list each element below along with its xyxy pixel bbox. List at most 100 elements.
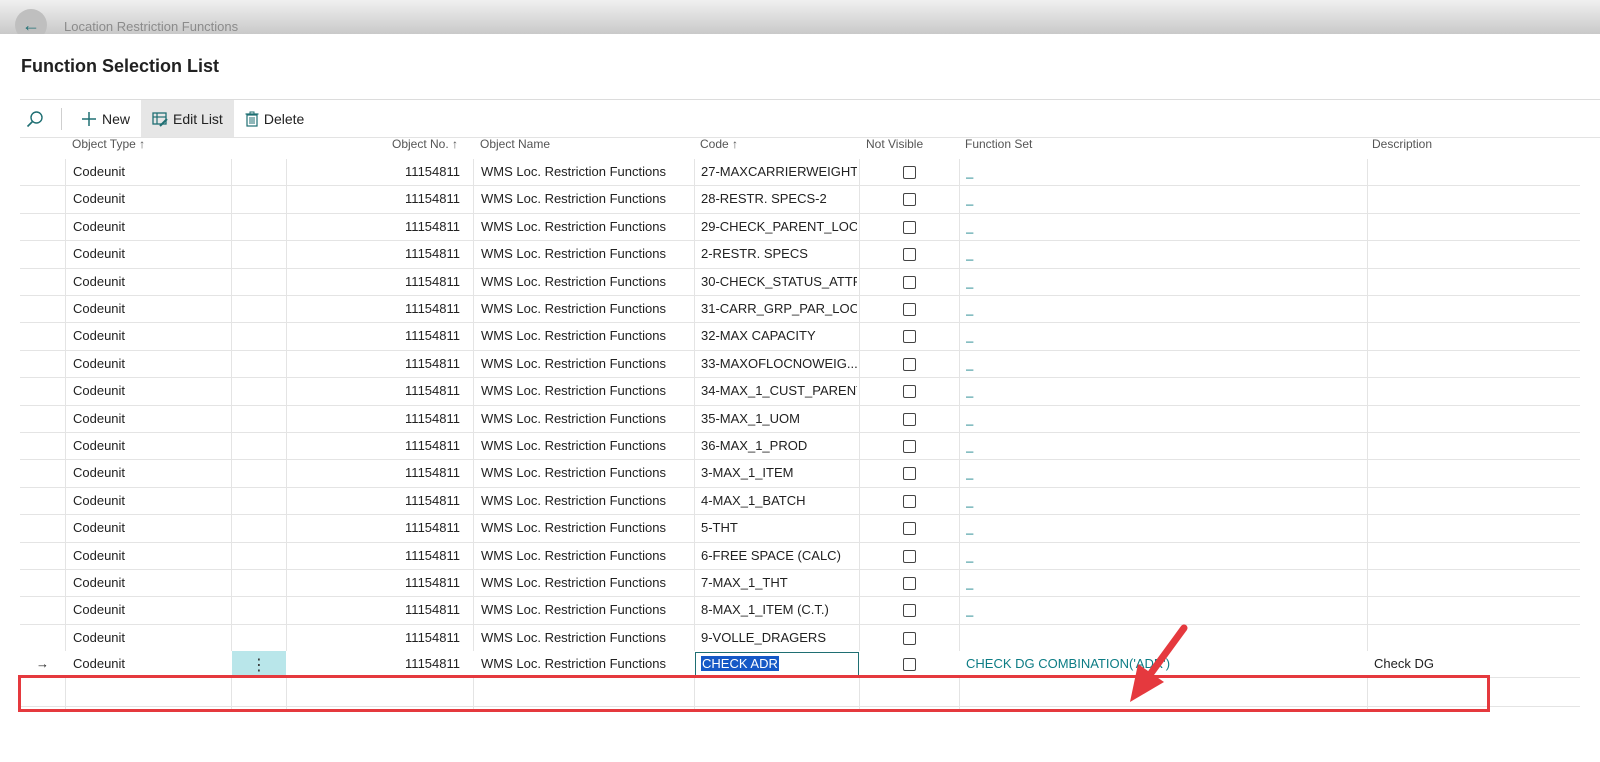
code-cell[interactable]: 7-MAX_1_THT (701, 570, 857, 597)
not-visible-checkbox[interactable] (903, 549, 916, 563)
object-name-cell[interactable]: WMS Loc. Restriction Functions (481, 460, 691, 487)
code-cell[interactable]: 32-MAX CAPACITY (701, 323, 857, 350)
description-cell[interactable] (1374, 433, 1574, 460)
table-row[interactable]: Codeunit 11154811 WMS Loc. Restriction Fun… (20, 351, 1580, 379)
code-cell[interactable]: 35-MAX_1_UOM (701, 406, 857, 433)
object-type-cell[interactable]: Codeunit (73, 625, 223, 652)
description-cell[interactable] (1374, 406, 1574, 433)
object-name-cell[interactable]: WMS Loc. Restriction Functions (481, 433, 691, 460)
description-cell[interactable] (1374, 159, 1574, 186)
column-header-object-name[interactable]: Object Name (480, 137, 550, 151)
object-type-cell[interactable]: Codeunit (73, 241, 223, 268)
code-cell[interactable]: 33-MAXOFLOCNOWEIG... (701, 351, 857, 378)
not-visible-checkbox[interactable] (903, 357, 916, 371)
description-cell[interactable] (1374, 269, 1574, 296)
function-set-link[interactable]: _ (966, 269, 1356, 296)
object-name-cell[interactable]: WMS Loc. Restriction Functions (481, 214, 691, 241)
object-name-cell[interactable]: WMS Loc. Restriction Functions (481, 515, 691, 542)
code-cell[interactable]: 36-MAX_1_PROD (701, 433, 857, 460)
not-visible-checkbox[interactable] (903, 248, 916, 262)
code-cell[interactable]: 5-THT (701, 515, 857, 542)
table-row[interactable]: Codeunit 11154811 WMS Loc. Restriction Fun… (20, 543, 1580, 570)
description-cell[interactable] (1374, 296, 1574, 323)
function-set-link[interactable]: _ (966, 515, 1356, 542)
table-row[interactable]: Codeunit 11154811 WMS Loc. Restriction Fun… (20, 433, 1580, 461)
not-visible-checkbox[interactable] (903, 658, 916, 671)
function-set-link[interactable]: _ (966, 323, 1356, 350)
table-row[interactable]: Codeunit 11154811 WMS Loc. Restriction Fun… (20, 488, 1580, 516)
object-type-cell[interactable]: Codeunit (73, 651, 223, 678)
object-no-cell[interactable]: 11154811 (290, 351, 460, 378)
function-set-link[interactable]: _ (966, 159, 1356, 186)
object-name-cell[interactable]: WMS Loc. Restriction Functions (481, 269, 691, 296)
code-cell[interactable]: 29-CHECK_PARENT_LOC. (701, 214, 857, 241)
column-header-function-set[interactable]: Function Set (965, 137, 1032, 151)
function-set-link[interactable]: _ (966, 378, 1356, 405)
object-type-cell[interactable]: Codeunit (73, 323, 223, 350)
code-cell[interactable]: 31-CARR_GRP_PAR_LOC (701, 296, 857, 323)
not-visible-checkbox[interactable] (903, 604, 916, 618)
function-set-link[interactable]: _ (966, 241, 1356, 268)
object-no-cell[interactable]: 11154811 (290, 378, 460, 405)
not-visible-checkbox[interactable] (903, 494, 916, 508)
table-row[interactable]: Codeunit 11154811 WMS Loc. Restriction Fun… (20, 515, 1580, 543)
object-name-cell[interactable]: WMS Loc. Restriction Functions (481, 625, 691, 652)
table-row[interactable]: Codeunit 11154811 WMS Loc. Restriction Fun… (20, 186, 1580, 214)
object-name-cell[interactable]: WMS Loc. Restriction Functions (481, 159, 691, 186)
object-no-cell[interactable]: 11154811 (290, 543, 460, 570)
not-visible-checkbox[interactable] (903, 220, 916, 234)
function-set-link[interactable]: _ (966, 433, 1356, 460)
object-name-cell[interactable]: WMS Loc. Restriction Functions (481, 323, 691, 350)
object-no-cell[interactable]: 11154811 (290, 323, 460, 350)
not-visible-checkbox[interactable] (903, 412, 916, 426)
code-input[interactable]: CHECK ADR (695, 652, 859, 677)
table-row[interactable]: Codeunit 11154811 WMS Loc. Restriction Fun… (20, 159, 1580, 187)
function-set-link[interactable]: _ (966, 186, 1356, 213)
description-cell[interactable] (1374, 543, 1574, 570)
description-cell[interactable] (1374, 214, 1574, 241)
function-set-link[interactable]: _ (966, 570, 1356, 597)
code-cell[interactable]: 9-VOLLE_DRAGERS (701, 625, 857, 652)
object-type-cell[interactable]: Codeunit (73, 597, 223, 624)
object-type-cell[interactable]: Codeunit (73, 570, 223, 597)
description-cell[interactable] (1374, 378, 1574, 405)
object-name-cell[interactable]: WMS Loc. Restriction Functions (481, 186, 691, 213)
description-cell[interactable] (1374, 460, 1574, 487)
object-type-cell[interactable]: Codeunit (73, 460, 223, 487)
table-row[interactable]: Codeunit 11154811 WMS Loc. Restriction Fun… (20, 323, 1580, 351)
object-no-cell[interactable]: 11154811 (290, 570, 460, 597)
object-name-cell[interactable]: WMS Loc. Restriction Functions (481, 597, 691, 624)
table-row[interactable]: Codeunit 11154811 WMS Loc. Restriction Fun… (20, 625, 1580, 653)
object-no-cell[interactable]: 11154811 (290, 186, 460, 213)
code-cell[interactable]: 3-MAX_1_ITEM (701, 460, 857, 487)
code-cell[interactable]: 8-MAX_1_ITEM (C.T.) (701, 597, 857, 624)
not-visible-checkbox[interactable] (903, 275, 916, 289)
table-row[interactable]: Codeunit 11154811 WMS Loc. Restriction Fun… (20, 296, 1580, 324)
description-cell[interactable] (1374, 515, 1574, 542)
object-name-cell[interactable]: WMS Loc. Restriction Functions (481, 351, 691, 378)
code-cell[interactable]: 4-MAX_1_BATCH (701, 488, 857, 515)
function-set-link[interactable]: _ (966, 351, 1356, 378)
code-cell[interactable]: 30-CHECK_STATUS_ATTR (701, 269, 857, 296)
function-set-link[interactable]: _ (966, 406, 1356, 433)
object-no-cell[interactable]: 11154811 (290, 651, 460, 678)
table-row[interactable]: Codeunit 11154811 WMS Loc. Restriction Fun… (20, 406, 1580, 433)
object-no-cell[interactable]: 11154811 (290, 515, 460, 542)
object-no-cell[interactable]: 11154811 (290, 625, 460, 652)
table-row[interactable]: Codeunit 11154811 WMS Loc. Restriction Fun… (20, 570, 1580, 598)
object-name-cell[interactable]: WMS Loc. Restriction Functions (481, 570, 691, 597)
object-name-cell[interactable]: WMS Loc. Restriction Functions (481, 378, 691, 405)
object-type-cell[interactable]: Codeunit (73, 186, 223, 213)
table-row[interactable]: Codeunit 11154811 WMS Loc. Restriction Fun… (20, 241, 1580, 269)
object-type-cell[interactable]: Codeunit (73, 269, 223, 296)
object-no-cell[interactable]: 11154811 (290, 241, 460, 268)
object-name-cell[interactable]: WMS Loc. Restriction Functions (481, 406, 691, 433)
table-row[interactable]: Codeunit 11154811 WMS Loc. Restriction Fun… (20, 214, 1580, 242)
object-no-cell[interactable]: 11154811 (290, 214, 460, 241)
column-header-description[interactable]: Description (1372, 137, 1432, 151)
function-set-link[interactable]: _ (966, 296, 1356, 323)
row-menu-icon[interactable]: ⋮ (232, 651, 286, 678)
not-visible-checkbox[interactable] (903, 631, 916, 645)
object-type-cell[interactable]: Codeunit (73, 433, 223, 460)
object-type-cell[interactable]: Codeunit (73, 515, 223, 542)
